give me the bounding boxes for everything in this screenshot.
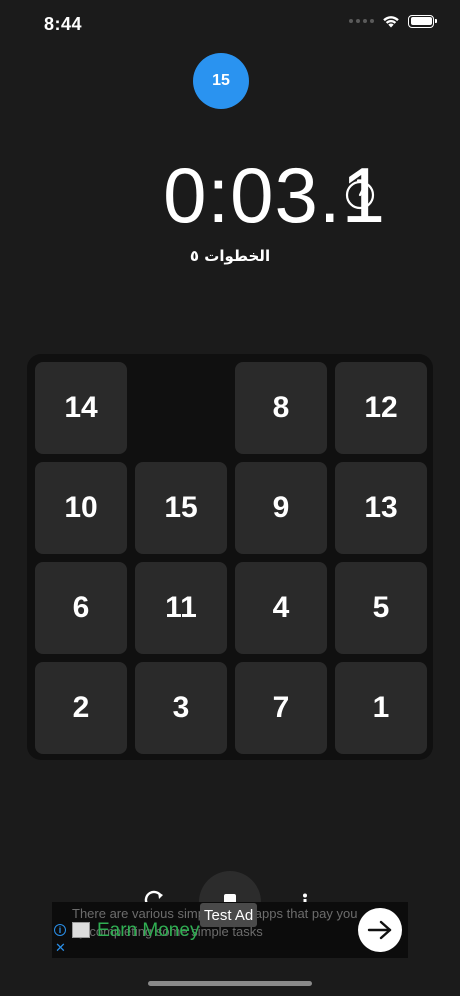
battery-icon [408,14,437,28]
level-badge[interactable]: 15 [193,53,249,109]
puzzle-tile[interactable]: 6 [35,562,127,654]
puzzle-tile[interactable]: 7 [235,662,327,754]
puzzle-tile[interactable]: 3 [135,662,227,754]
moves-counter: الخطوات ٥ [189,247,271,265]
puzzle-tile[interactable]: 13 [335,462,427,554]
puzzle-tile[interactable]: 4 [235,562,327,654]
stopwatch-icon[interactable] [344,178,376,210]
puzzle-tile[interactable]: 12 [335,362,427,454]
puzzle-tile[interactable]: 9 [235,462,327,554]
test-ad-label: Test Ad [200,903,258,927]
puzzle-tile[interactable]: 14 [35,362,127,454]
puzzle-tile[interactable]: 15 [135,462,227,554]
puzzle-tile[interactable]: 1 [335,662,427,754]
status-icons [349,14,437,28]
ad-info-icon[interactable]: i [54,924,66,936]
wifi-icon [383,16,399,28]
ad-title[interactable]: Earn Money [97,920,199,942]
puzzle-tile[interactable]: 5 [335,562,427,654]
timer-display: 0:03.1 [163,151,386,239]
status-bar: 8:44 [0,0,460,50]
puzzle-tile[interactable]: 2 [35,662,127,754]
ad-image-icon [72,922,90,938]
puzzle-tile[interactable]: 10 [35,462,127,554]
cellular-signal-icon [349,19,374,23]
ad-open-button[interactable] [358,908,402,952]
status-time: 8:44 [44,14,83,34]
puzzle-tile[interactable]: 8 [235,362,327,454]
arrow-right-icon [367,920,392,940]
puzzle-board: 14 8 12 10 15 9 13 6 11 4 5 2 3 7 1 [27,354,433,760]
home-indicator[interactable] [148,981,312,986]
ad-close-icon[interactable]: ✕ [55,940,66,956]
puzzle-tile[interactable]: 11 [135,562,227,654]
